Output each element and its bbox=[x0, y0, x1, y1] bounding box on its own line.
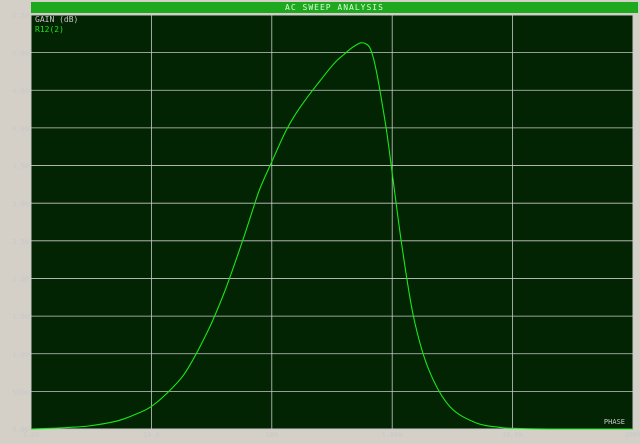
phase-label[interactable]: PHASE bbox=[604, 418, 625, 426]
x-tick-label: 100 bbox=[265, 431, 278, 439]
x-tick-label: 10.0k bbox=[502, 431, 524, 439]
y-tick-label: 2.00 bbox=[12, 275, 29, 283]
x-tick-label: 100k bbox=[625, 431, 640, 439]
y-tick-label: 2.50 bbox=[12, 238, 29, 246]
x-tick-label: 1.00 bbox=[23, 431, 40, 439]
x-tick-labels: 1.00 10.0 100 1.00k 10.0k 100k bbox=[23, 431, 640, 439]
plot-area[interactable] bbox=[30, 14, 634, 430]
y-tick-label: 4.50 bbox=[12, 87, 29, 95]
y-tick-label: 4.00 bbox=[12, 125, 29, 133]
y-axis-label: GAIN (dB) bbox=[35, 15, 78, 24]
ac-sweep-graph[interactable]: 0.00500m1.001.502.002.503.003.504.004.50… bbox=[0, 0, 640, 444]
y-tick-label: 1.00 bbox=[12, 351, 29, 359]
x-tick-label: 10.0 bbox=[143, 431, 160, 439]
y-tick-label: 1.50 bbox=[12, 313, 29, 321]
legend-entry-r12[interactable]: R12(2) bbox=[35, 25, 64, 34]
y-tick-label: 3.50 bbox=[12, 163, 29, 171]
x-tick-label: 1.00k bbox=[382, 431, 404, 439]
y-tick-labels: 0.00500m1.001.502.002.503.003.504.004.50… bbox=[12, 12, 29, 434]
app-window: AC SWEEP ANALYSIS 0.00 500m 1.00 1.50 2.00 2.… bbox=[0, 0, 640, 444]
y-tick-label: 3.00 bbox=[12, 200, 29, 208]
y-tick-label: 500m bbox=[12, 388, 29, 396]
y-tick-label: 5.00 bbox=[12, 50, 29, 58]
y-tick-label: 5.50 bbox=[12, 12, 29, 20]
